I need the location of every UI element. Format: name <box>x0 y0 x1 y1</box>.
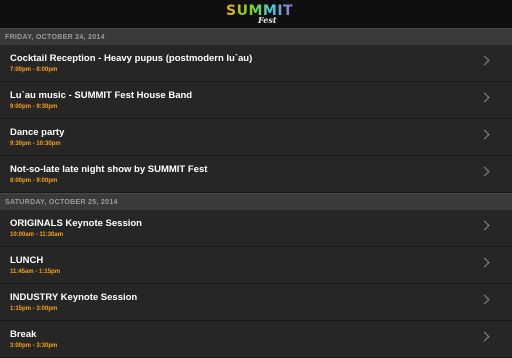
event-time: 8:00pm - 9:00pm <box>10 178 58 184</box>
chevron-right-icon <box>479 166 490 177</box>
event-time: 11:45am - 1:15pm <box>10 269 61 275</box>
event-time: 3:00pm - 3:30pm <box>10 343 58 349</box>
event-row[interactable]: Lu`au music - SUMMIT Fest House Band 9:0… <box>0 82 512 119</box>
event-time: 1:15pm - 3:00pm <box>10 306 58 312</box>
chevron-right-icon <box>479 331 490 342</box>
event-title: Lu`au music - SUMMIT Fest House Band <box>10 90 193 101</box>
event-time: 7:00pm - 8:00pm <box>10 67 58 73</box>
chevron-right-icon <box>479 220 490 231</box>
logo-sub-text: Fest <box>258 15 277 25</box>
event-title: ORIGINALS Keynote Session <box>10 218 142 229</box>
event-time: 9:00pm - 9:30pm <box>10 104 58 110</box>
event-title: Not-so-late late night show by SUMMIT Fe… <box>10 164 208 175</box>
top-bar: SUMMIT Fest <box>0 0 512 28</box>
chevron-right-icon <box>479 129 490 140</box>
event-time: 9:30pm - 10:30pm <box>10 141 61 147</box>
event-title: Break <box>10 329 37 340</box>
chevron-right-icon <box>479 294 490 305</box>
event-title: LUNCH <box>10 255 44 266</box>
chevron-right-icon <box>479 257 490 268</box>
event-title: Cocktail Reception - Heavy pupus (postmo… <box>10 53 253 64</box>
event-row[interactable]: INDUSTRY Keynote Session 1:15pm - 3:00pm <box>0 284 512 321</box>
event-time: 10:00am - 11:30am <box>10 232 64 238</box>
event-row[interactable]: ORIGINALS Keynote Session 10:00am - 11:3… <box>0 210 512 247</box>
event-title: INDUSTRY Keynote Session <box>10 292 138 303</box>
section-header: FRIDAY, OCTOBER 24, 2014 <box>0 28 512 45</box>
event-title: Dance party <box>10 127 65 138</box>
event-row[interactable]: Dance party 9:30pm - 10:30pm <box>0 119 512 156</box>
event-row[interactable]: Cocktail Reception - Heavy pupus (postmo… <box>0 45 512 82</box>
summit-fest-logo: SUMMIT Fest <box>226 0 293 28</box>
event-row[interactable]: Break 3:00pm - 3:30pm <box>0 321 512 358</box>
schedule-list: FRIDAY, OCTOBER 24, 2014 Cocktail Recept… <box>0 28 512 358</box>
chevron-right-icon <box>479 92 490 103</box>
chevron-right-icon <box>479 55 490 66</box>
event-row[interactable]: LUNCH 11:45am - 1:15pm <box>0 247 512 284</box>
event-row[interactable]: Not-so-late late night show by SUMMIT Fe… <box>0 156 512 193</box>
section-header: SATURDAY, OCTOBER 25, 2014 <box>0 193 512 210</box>
